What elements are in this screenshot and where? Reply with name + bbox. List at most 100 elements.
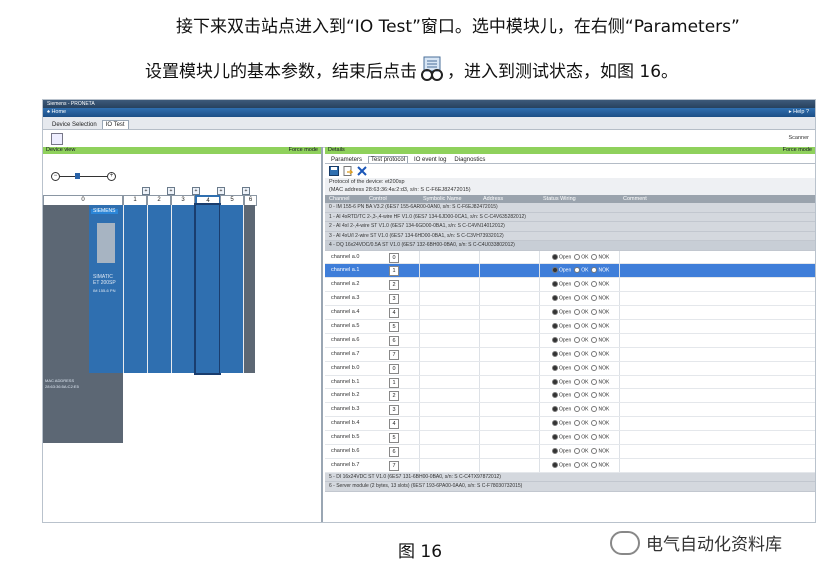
zoom-slider[interactable]: − + bbox=[51, 171, 116, 181]
tab-device-selection[interactable]: Device Selection bbox=[49, 121, 100, 129]
channel-row[interactable]: channel b.2 2 Open OK NOK bbox=[325, 389, 815, 404]
save-icon[interactable] bbox=[329, 166, 339, 176]
control-value-input[interactable]: 4 bbox=[389, 419, 399, 430]
add-slot-icon[interactable]: + bbox=[192, 187, 200, 195]
server-module[interactable] bbox=[244, 205, 255, 373]
open-radio[interactable] bbox=[552, 420, 558, 427]
add-slot-icon[interactable]: + bbox=[142, 187, 150, 195]
help-link[interactable]: ▸ Help ? bbox=[789, 108, 809, 117]
open-radio[interactable] bbox=[552, 267, 558, 274]
open-radio[interactable] bbox=[552, 281, 558, 288]
tab-diagnostics[interactable]: Diagnostics bbox=[452, 157, 487, 163]
tab-test-protocol[interactable]: Test protocol bbox=[368, 156, 409, 163]
open-radio[interactable] bbox=[552, 322, 558, 329]
control-value-input[interactable]: 1 bbox=[389, 377, 399, 388]
open-radio[interactable] bbox=[552, 392, 558, 399]
nok-radio[interactable] bbox=[591, 392, 598, 399]
control-value-input[interactable]: 7 bbox=[389, 460, 399, 471]
tab-parameters[interactable]: Parameters bbox=[329, 157, 364, 163]
module-group-row[interactable]: 0 - IM 155-6 PN BA V3.2 (6ES7 155-6AR00-… bbox=[325, 203, 815, 213]
bus-adapter-module[interactable] bbox=[43, 205, 89, 373]
ok-radio[interactable] bbox=[574, 378, 581, 385]
ok-radio[interactable] bbox=[574, 420, 581, 427]
open-radio[interactable] bbox=[552, 336, 558, 343]
nok-radio[interactable] bbox=[591, 461, 598, 468]
channel-row[interactable]: channel b.1 1 Open OK NOK bbox=[325, 375, 815, 390]
ok-radio[interactable] bbox=[574, 461, 581, 468]
add-slot-icon[interactable]: + bbox=[167, 187, 175, 195]
nok-radio[interactable] bbox=[591, 295, 598, 302]
nok-radio[interactable] bbox=[591, 267, 598, 274]
nok-radio[interactable] bbox=[591, 253, 598, 260]
ok-radio[interactable] bbox=[574, 392, 581, 399]
open-radio[interactable] bbox=[552, 350, 558, 357]
control-value-input[interactable]: 1 bbox=[389, 266, 399, 277]
channel-row[interactable]: channel a.3 3 Open OK NOK bbox=[325, 292, 815, 307]
control-value-input[interactable]: 0 bbox=[389, 363, 399, 374]
nok-radio[interactable] bbox=[591, 322, 598, 329]
channel-row[interactable]: channel b.4 4 Open OK NOK bbox=[325, 417, 815, 432]
open-radio[interactable] bbox=[552, 253, 558, 260]
module-group-row[interactable]: 2 - AI 4xI 2-,4-wire ST V1.0 (6ES7 134-6… bbox=[325, 222, 815, 232]
control-value-input[interactable]: 4 bbox=[389, 308, 399, 319]
control-value-input[interactable]: 0 bbox=[389, 252, 399, 263]
toolbar-icon[interactable] bbox=[51, 133, 63, 145]
open-radio[interactable] bbox=[552, 364, 558, 371]
open-radio[interactable] bbox=[552, 309, 558, 316]
module-group-row[interactable]: 5 - DI 16x24VDC ST V1.0 (6ES7 131-6BH00-… bbox=[325, 472, 815, 483]
channel-row[interactable]: channel a.2 2 Open OK NOK bbox=[325, 278, 815, 293]
scanner-label[interactable]: Scanner bbox=[789, 135, 810, 141]
control-value-input[interactable]: 2 bbox=[389, 391, 399, 402]
channel-row[interactable]: channel b.0 0 Open OK NOK bbox=[325, 361, 815, 376]
delete-icon[interactable] bbox=[357, 166, 367, 176]
ok-radio[interactable] bbox=[574, 434, 581, 441]
add-slot-icon[interactable]: + bbox=[242, 187, 250, 195]
module-group-row-expanded[interactable]: 4 - DQ 16x24VDC/0.5A ST V1.0 (6ES7 132-6… bbox=[325, 241, 815, 251]
ok-radio[interactable] bbox=[574, 322, 581, 329]
control-value-input[interactable]: 7 bbox=[389, 349, 399, 360]
control-value-input[interactable]: 3 bbox=[389, 294, 399, 305]
open-radio[interactable] bbox=[552, 295, 558, 302]
channel-row[interactable]: channel b.3 3 Open OK NOK bbox=[325, 403, 815, 418]
nok-radio[interactable] bbox=[591, 447, 598, 454]
ok-radio[interactable] bbox=[574, 267, 581, 274]
nok-radio[interactable] bbox=[591, 281, 598, 288]
slot-1-module[interactable] bbox=[124, 205, 147, 373]
ok-radio[interactable] bbox=[574, 295, 581, 302]
channel-row[interactable]: channel a.4 4 Open OK NOK bbox=[325, 306, 815, 320]
slot-5-module[interactable] bbox=[220, 205, 243, 373]
ok-radio[interactable] bbox=[574, 281, 581, 288]
control-value-input[interactable]: 2 bbox=[389, 280, 399, 291]
channel-row[interactable]: channel a.6 6 Open OK NOK bbox=[325, 333, 815, 348]
ok-radio[interactable] bbox=[574, 406, 581, 413]
open-radio[interactable] bbox=[552, 378, 558, 385]
ok-radio[interactable] bbox=[574, 336, 581, 343]
tab-io-event-log[interactable]: IO event log bbox=[412, 157, 448, 163]
channel-row[interactable]: channel b.6 6 Open OK NOK bbox=[325, 444, 815, 459]
module-group-row[interactable]: 6 - Server module (2 bytes, 13 slots) (6… bbox=[325, 482, 815, 492]
control-value-input[interactable]: 5 bbox=[389, 321, 399, 332]
nok-radio[interactable] bbox=[591, 434, 598, 441]
open-radio[interactable] bbox=[552, 461, 558, 468]
ok-radio[interactable] bbox=[574, 364, 581, 371]
slot-3-module[interactable] bbox=[172, 205, 195, 373]
channel-row[interactable]: channel a.1 1 Open OK NOK bbox=[325, 264, 815, 279]
nok-radio[interactable] bbox=[591, 378, 598, 385]
zoom-out-icon[interactable]: − bbox=[51, 172, 60, 181]
ok-radio[interactable] bbox=[574, 309, 581, 316]
ok-radio[interactable] bbox=[574, 350, 581, 357]
control-value-input[interactable]: 6 bbox=[389, 335, 399, 346]
control-value-input[interactable]: 3 bbox=[389, 405, 399, 416]
nok-radio[interactable] bbox=[591, 336, 598, 343]
control-value-input[interactable]: 6 bbox=[389, 446, 399, 457]
tab-io-test[interactable]: IO Test bbox=[101, 120, 129, 129]
zoom-in-icon[interactable]: + bbox=[107, 172, 116, 181]
channel-row[interactable]: channel a.7 7 Open OK NOK bbox=[325, 347, 815, 362]
channel-row[interactable]: channel b.7 7 Open OK NOK bbox=[325, 458, 815, 473]
export-icon[interactable] bbox=[343, 166, 353, 176]
nok-radio[interactable] bbox=[591, 309, 598, 316]
nok-radio[interactable] bbox=[591, 420, 598, 427]
nok-radio[interactable] bbox=[591, 364, 598, 371]
slot-4-module-selected[interactable] bbox=[194, 203, 221, 375]
open-radio[interactable] bbox=[552, 434, 558, 441]
